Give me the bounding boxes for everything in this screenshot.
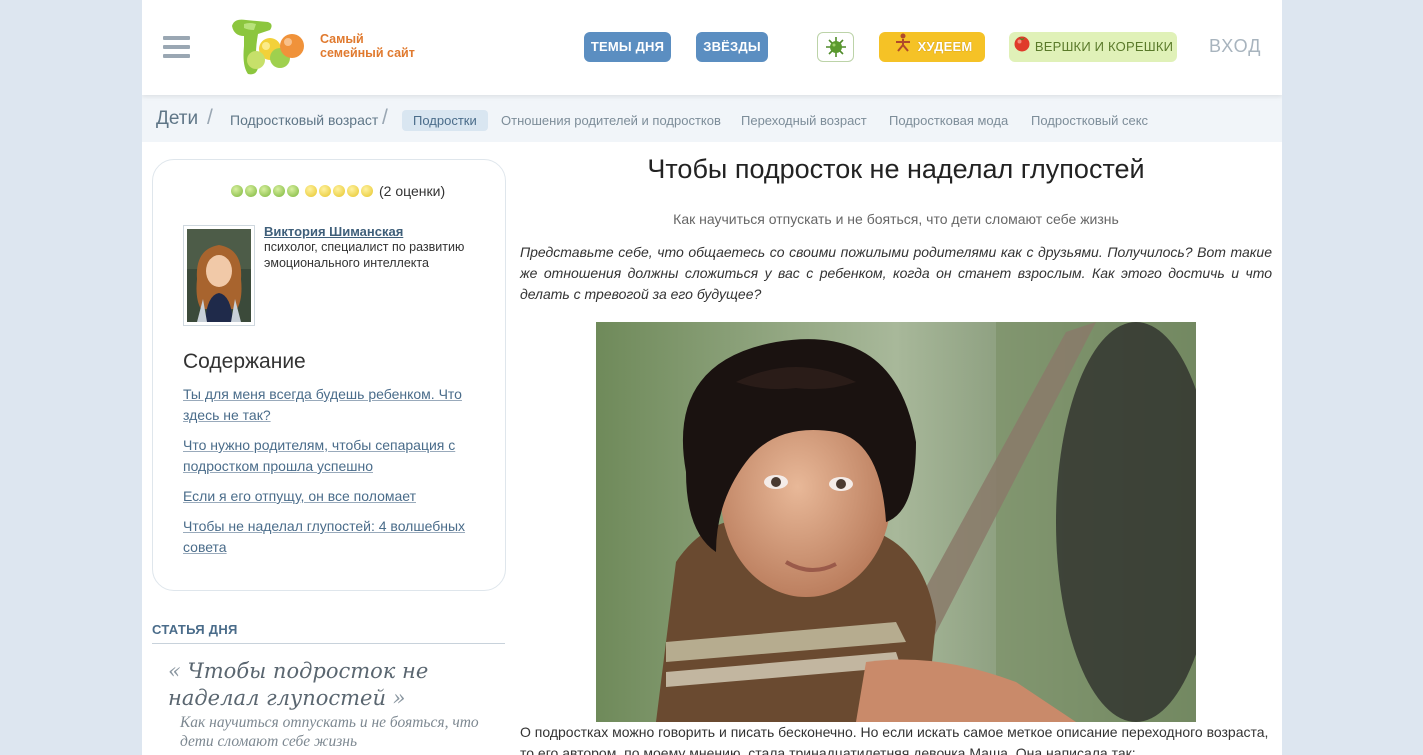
article-info-card: (2 оценки) Виктория Шиманская психолог, … <box>152 159 506 591</box>
menu-icon[interactable] <box>163 36 190 58</box>
divider <box>152 643 505 644</box>
toc-link[interactable]: Что нужно родителям, чтобы сепарация с п… <box>183 435 483 477</box>
tab-transitional-age[interactable]: Переходный возраст <box>741 110 867 131</box>
rating-star-icon <box>333 185 345 197</box>
toc-link[interactable]: Если я его отпущу, он все поломает <box>183 486 483 507</box>
rating-star-icon <box>259 185 271 197</box>
article-lead: Представьте себе, что общаетесь со своим… <box>520 244 1272 302</box>
article-body: О подростках можно говорить и писать бес… <box>520 724 1269 755</box>
rating-count: (2 оценки) <box>379 183 446 199</box>
breadcrumb-root-link[interactable]: Дети <box>156 108 198 130</box>
author-description: психолог, специалист по развитию эмоцион… <box>264 240 465 270</box>
rating-star-icon <box>361 185 373 197</box>
rating[interactable]: (2 оценки) <box>231 182 445 200</box>
site-header: Самый семейный сайт ТЕМЫ ДНЯ ЗВЁЗДЫ ХУДЕ… <box>142 0 1282 95</box>
tab-parent-teen-relations[interactable]: Отношения родителей и подростков <box>501 110 721 131</box>
author-avatar[interactable] <box>183 225 255 326</box>
lose-weight-button[interactable]: ХУДЕЕМ <box>879 32 985 62</box>
logo-text-line-1: Самый <box>320 32 364 46</box>
breadcrumb-section-link[interactable]: Подростковый возраст <box>230 112 378 128</box>
stars-button[interactable]: ЗВЁЗДЫ <box>696 32 768 62</box>
article-of-day-link[interactable]: « Чтобы подросток не наделал глупостей » <box>168 658 488 712</box>
tops-and-roots-button[interactable]: ВЕРШКИ И КОРЕШКИ <box>1009 32 1177 62</box>
page: Самый семейный сайт ТЕМЫ ДНЯ ЗВЁЗДЫ ХУДЕ… <box>142 0 1282 755</box>
scales-icon <box>892 32 914 63</box>
article-photo <box>596 322 1196 722</box>
tomato-icon <box>1013 33 1031 63</box>
table-of-contents-title: Содержание <box>183 350 306 373</box>
topics-of-day-button[interactable]: ТЕМЫ ДНЯ <box>584 32 671 62</box>
article-of-day-subtitle: Как научиться отпускать и не бояться, чт… <box>180 714 479 750</box>
article-subtitle: Как научиться отпускать и не бояться, чт… <box>673 211 1119 227</box>
toc-link[interactable]: Ты для меня всегда будешь ребенком. Что … <box>183 384 483 426</box>
tab-teen-sex[interactable]: Подростковый секс <box>1031 110 1148 131</box>
rating-star-icon <box>231 185 243 197</box>
coronavirus-button[interactable] <box>817 32 854 62</box>
logo-text-line-2: семейный сайт <box>320 46 415 60</box>
login-link[interactable]: ВХОД <box>1209 36 1261 57</box>
rating-star-icon <box>245 185 257 197</box>
rating-star-icon <box>287 185 299 197</box>
tab-teen-fashion[interactable]: Подростковая мода <box>889 110 1008 131</box>
rating-star-icon <box>273 185 285 197</box>
rating-star-icon <box>347 185 359 197</box>
tops-and-roots-label: ВЕРШКИ И КОРЕШКИ <box>1034 39 1174 54</box>
toc-link[interactable]: Чтобы не наделал глупостей: 4 волшебных … <box>183 516 483 558</box>
logo-text: Самый семейный сайт <box>320 32 415 60</box>
author-name-link[interactable]: Виктория Шиманская <box>264 224 403 239</box>
table-of-contents: Ты для меня всегда будешь ребенком. Что … <box>183 384 483 567</box>
breadcrumb: Дети / Подростковый возраст / Подростки … <box>142 95 1282 142</box>
breadcrumb-separator: / <box>382 106 388 129</box>
rating-star-icon <box>305 185 317 197</box>
tab-teens[interactable]: Подростки <box>402 110 488 131</box>
breadcrumb-separator: / <box>207 106 213 129</box>
virus-icon <box>825 37 846 57</box>
logo-icon <box>232 19 304 75</box>
article-of-day-label: СТАТЬЯ ДНЯ <box>152 622 238 637</box>
lose-weight-label: ХУДЕЕМ <box>917 39 973 54</box>
article-title: Чтобы подросток не наделал глупостей <box>647 154 1145 184</box>
site-logo[interactable]: Самый семейный сайт <box>228 16 428 78</box>
rating-star-icon <box>319 185 331 197</box>
